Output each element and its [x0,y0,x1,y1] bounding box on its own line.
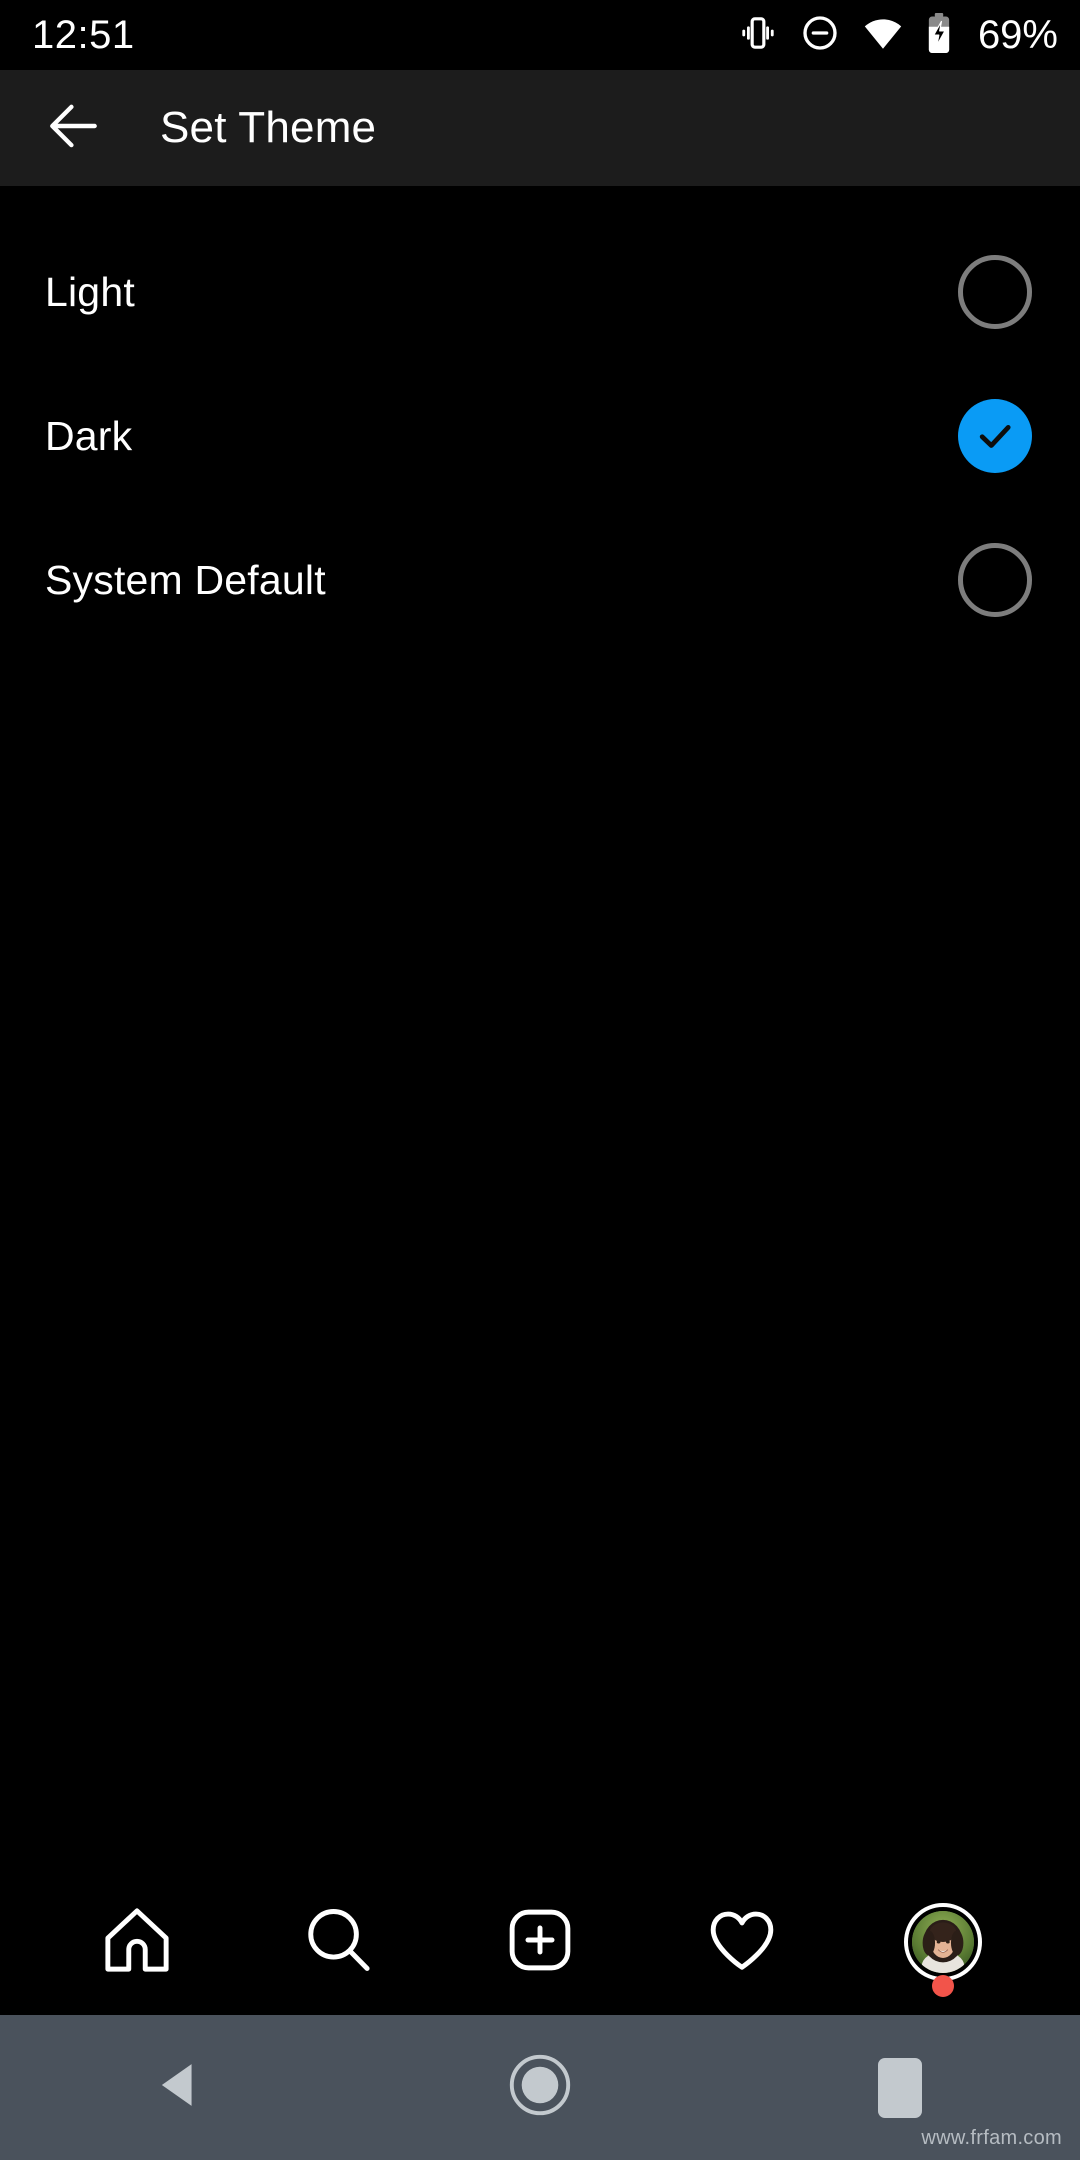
status-bar-icons: 69% [738,12,1058,59]
avatar-ring [904,1903,983,1981]
battery-percent-label: 69% [977,13,1058,57]
avatar-photo [912,1911,975,1973]
search-icon [300,1902,376,1983]
do-not-disturb-icon [800,13,840,58]
triangle-back-icon [147,2052,213,2123]
radio-button-light[interactable] [958,255,1032,329]
tab-new-post[interactable] [439,1869,641,2015]
add-post-icon [502,1902,578,1983]
android-navigation-bar: www.frfam.com [0,2015,1080,2160]
status-bar-clock: 12:51 [32,13,135,57]
back-button[interactable] [36,90,112,166]
bottom-tab-bar [0,1869,1080,2015]
circle-home-icon [504,2049,576,2126]
radio-button-system-default[interactable] [958,543,1032,617]
tab-home[interactable] [36,1869,238,2015]
battery-charging-icon [926,12,952,59]
nav-back-button[interactable] [0,2015,360,2160]
square-recents-icon [878,2057,922,2118]
vibrate-icon [738,13,778,58]
theme-option-label: System Default [45,556,326,603]
app-bar: Set Theme [0,70,1080,186]
home-icon [99,1902,175,1983]
nav-home-button[interactable] [360,2015,720,2160]
arrow-left-icon [43,95,105,162]
check-icon [979,425,1011,448]
status-bar: 12:51 69% [0,0,1080,70]
theme-option-light[interactable]: Light [0,220,1080,364]
watermark-text: www.frfam.com [921,2127,1062,2149]
avatar[interactable] [904,1903,983,1997]
tab-profile[interactable] [842,1869,1044,2015]
theme-option-label: Dark [45,412,133,459]
wifi-icon [862,12,904,59]
tab-search[interactable] [238,1869,440,2015]
notification-dot [932,1975,955,1997]
heart-icon [704,1902,780,1983]
theme-option-dark[interactable]: Dark [0,364,1080,508]
tab-activity[interactable] [641,1869,843,2015]
page-title: Set Theme [160,103,377,152]
theme-options-list: Light Dark System Default [0,186,1080,1869]
theme-option-system-default[interactable]: System Default [0,508,1080,652]
theme-option-label: Light [45,268,135,315]
phone-screen: 12:51 69% Set Theme Light Dark System De… [0,0,1080,2160]
radio-button-dark[interactable] [958,399,1032,473]
